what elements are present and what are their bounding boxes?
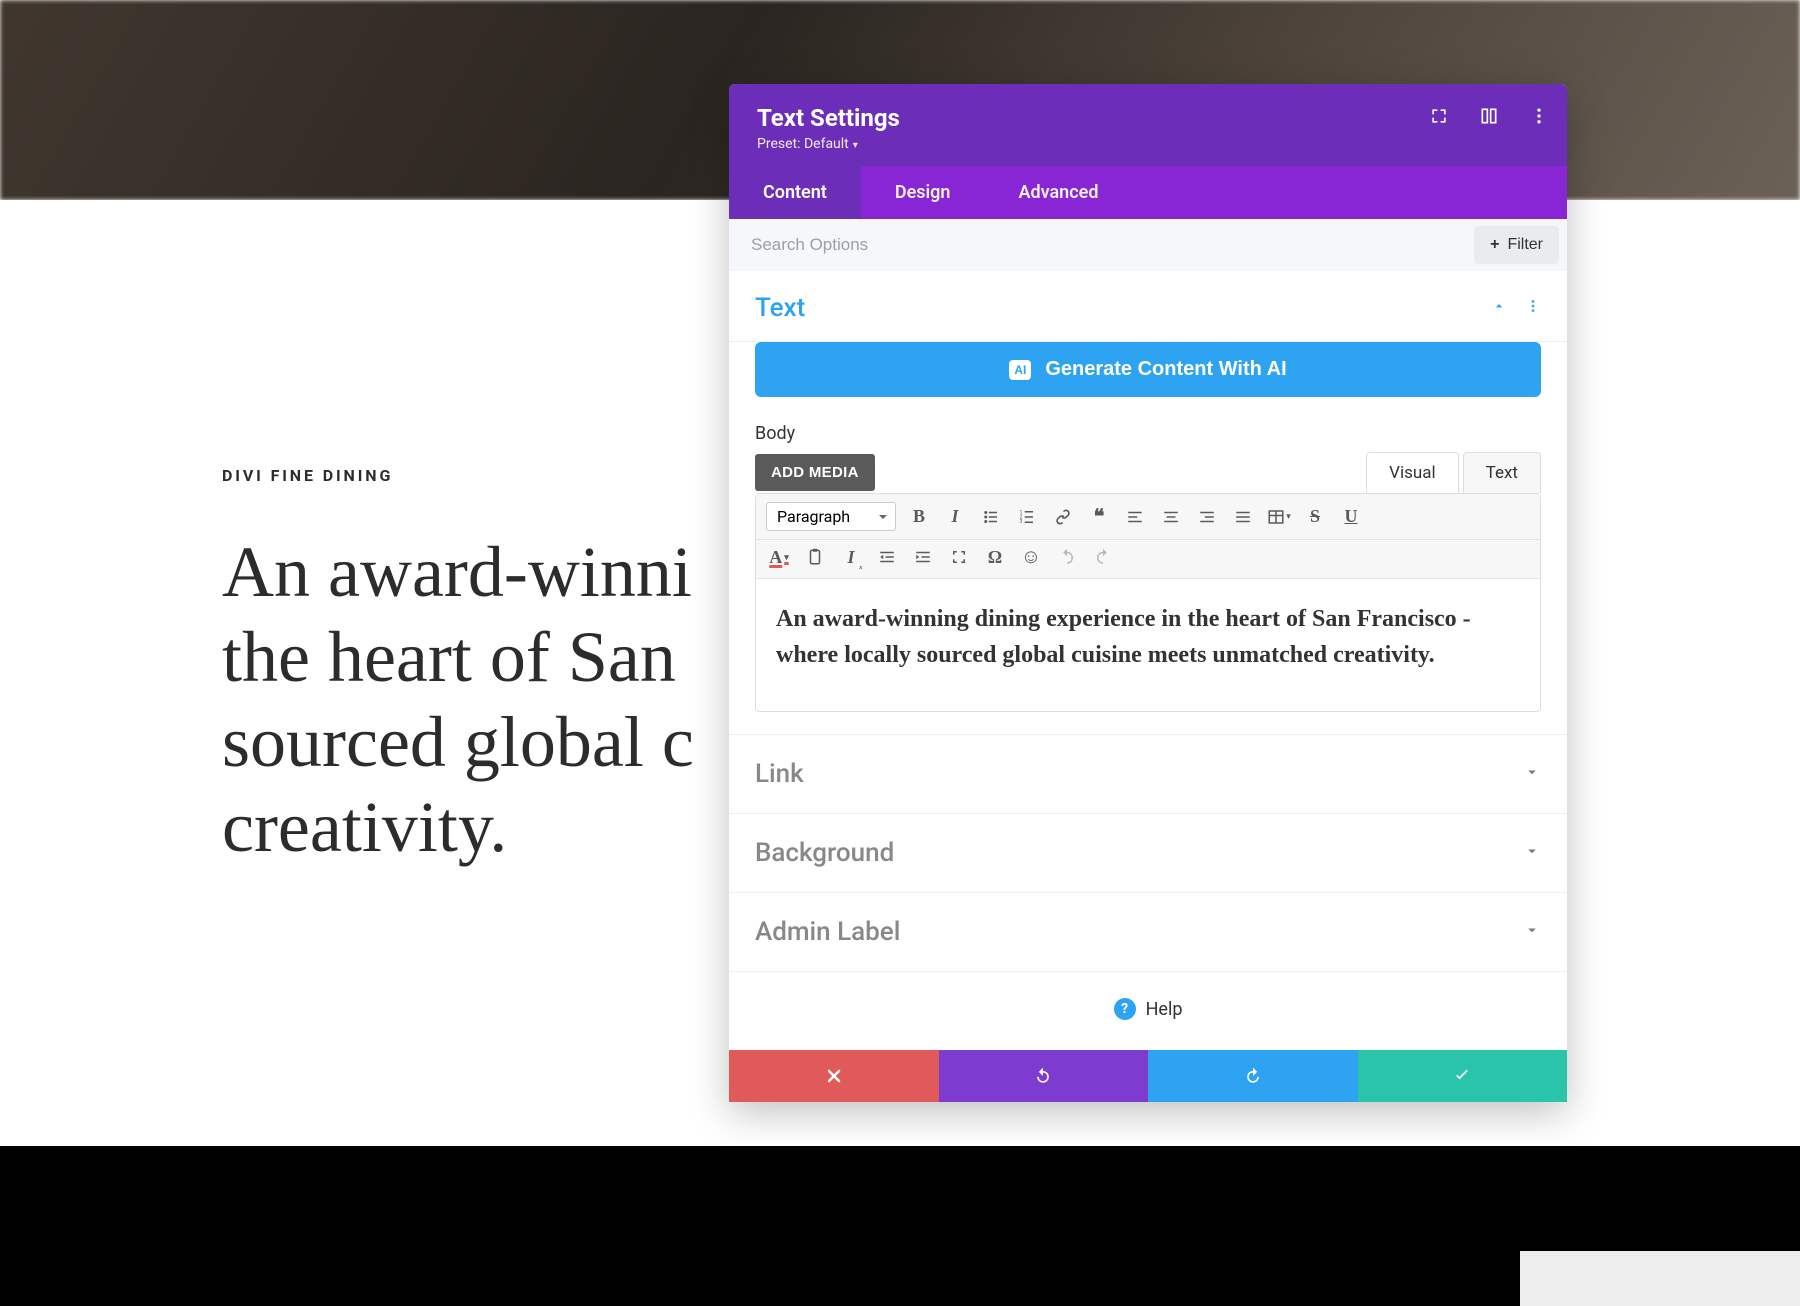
numbered-list-icon[interactable]: 123: [1014, 504, 1040, 530]
rte-toolbar-row-1: Paragraph B I 123 ❝ ▾ S U: [756, 494, 1540, 540]
mode-tab-text[interactable]: Text: [1463, 452, 1541, 493]
tab-content[interactable]: Content: [729, 166, 861, 219]
undo-icon[interactable]: [1054, 544, 1080, 570]
indent-icon[interactable]: [910, 544, 936, 570]
tab-advanced[interactable]: Advanced: [984, 166, 1132, 219]
underline-icon[interactable]: U: [1338, 504, 1364, 530]
svg-text:3: 3: [1020, 519, 1023, 525]
kebab-menu-icon[interactable]: [1529, 106, 1549, 130]
rte-toolbar-row-2: A▾ Iₓ Ω ☺: [756, 540, 1540, 579]
section-text-header[interactable]: Text: [729, 271, 1567, 342]
format-dropdown[interactable]: Paragraph: [766, 502, 896, 531]
panel-header: Text Settings Preset: Default ▾: [729, 84, 1567, 166]
help-row: ? Help: [729, 971, 1567, 1050]
bullet-list-icon[interactable]: [978, 504, 1004, 530]
editor-mode-tabs: Visual Text: [1366, 452, 1541, 493]
help-button[interactable]: ? Help: [1114, 998, 1183, 1020]
link-icon[interactable]: [1050, 504, 1076, 530]
plus-icon: +: [1490, 236, 1499, 254]
page-heading: An award-winnithe heart of Sansourced gl…: [222, 530, 694, 870]
italic-icon[interactable]: I: [942, 504, 968, 530]
chevron-down-icon: [1523, 921, 1541, 943]
align-center-icon[interactable]: [1158, 504, 1184, 530]
section-background-title: Background: [755, 838, 894, 868]
caret-down-icon: ▾: [853, 140, 858, 151]
section-link-title: Link: [755, 759, 804, 789]
section-admin-label-title: Admin Label: [755, 917, 900, 947]
text-color-icon[interactable]: A▾: [766, 544, 792, 570]
outdent-icon[interactable]: [874, 544, 900, 570]
mode-tab-visual[interactable]: Visual: [1366, 452, 1458, 493]
text-settings-panel: Text Settings Preset: Default ▾ Content D…: [729, 84, 1567, 1102]
filter-button[interactable]: + Filter: [1474, 226, 1559, 264]
generate-ai-button[interactable]: AI Generate Content With AI: [755, 342, 1541, 397]
section-text-title: Text: [755, 293, 805, 323]
blockquote-icon[interactable]: ❝: [1086, 504, 1112, 530]
paste-text-icon[interactable]: [802, 544, 828, 570]
snap-icon[interactable]: [1479, 106, 1499, 130]
section-admin-label[interactable]: Admin Label: [729, 892, 1567, 971]
special-char-icon[interactable]: Ω: [982, 544, 1008, 570]
save-button[interactable]: [1358, 1050, 1568, 1102]
search-row: + Filter: [729, 219, 1567, 271]
section-link[interactable]: Link: [729, 734, 1567, 813]
undo-button[interactable]: [939, 1050, 1149, 1102]
section-text-body: AI Generate Content With AI Body ADD MED…: [729, 342, 1567, 734]
redo-button[interactable]: [1148, 1050, 1358, 1102]
footer-actions: [729, 1050, 1567, 1102]
emoji-icon[interactable]: ☺: [1018, 544, 1044, 570]
preset-label: Preset: Default: [757, 136, 849, 152]
align-left-icon[interactable]: [1122, 504, 1148, 530]
help-icon: ?: [1114, 998, 1136, 1020]
align-justify-icon[interactable]: [1230, 504, 1256, 530]
panel-title: Text Settings: [757, 104, 1539, 132]
chevron-down-icon: [1523, 763, 1541, 785]
expand-icon[interactable]: [1429, 106, 1449, 130]
section-kebab-icon[interactable]: [1525, 298, 1541, 318]
search-input[interactable]: [729, 219, 1474, 271]
chevron-up-icon[interactable]: [1491, 298, 1507, 318]
redo-icon[interactable]: [1090, 544, 1116, 570]
preset-selector[interactable]: Preset: Default ▾: [757, 136, 1539, 152]
fullscreen-icon[interactable]: [946, 544, 972, 570]
chevron-down-icon: [1523, 842, 1541, 864]
bold-icon[interactable]: B: [906, 504, 932, 530]
filter-label: Filter: [1507, 236, 1543, 254]
help-label: Help: [1146, 999, 1183, 1020]
corner-box: [1520, 1251, 1800, 1306]
panel-tabs: Content Design Advanced: [729, 166, 1567, 219]
cancel-button[interactable]: [729, 1050, 939, 1102]
align-right-icon[interactable]: [1194, 504, 1220, 530]
tab-design[interactable]: Design: [861, 166, 985, 219]
clear-formatting-icon[interactable]: Iₓ: [838, 544, 864, 570]
section-background[interactable]: Background: [729, 813, 1567, 892]
strikethrough-icon[interactable]: S: [1302, 504, 1328, 530]
ai-badge-icon: AI: [1009, 360, 1031, 380]
table-icon[interactable]: ▾: [1266, 504, 1292, 530]
body-label: Body: [755, 423, 1541, 444]
add-media-button[interactable]: ADD MEDIA: [755, 454, 875, 491]
page-eyebrow: DIVI FINE DINING: [222, 466, 393, 485]
generate-ai-label: Generate Content With AI: [1045, 358, 1286, 381]
rich-text-editor: Paragraph B I 123 ❝ ▾ S U A▾: [755, 493, 1541, 712]
editor-content[interactable]: An award-winning dining experience in th…: [756, 579, 1540, 711]
